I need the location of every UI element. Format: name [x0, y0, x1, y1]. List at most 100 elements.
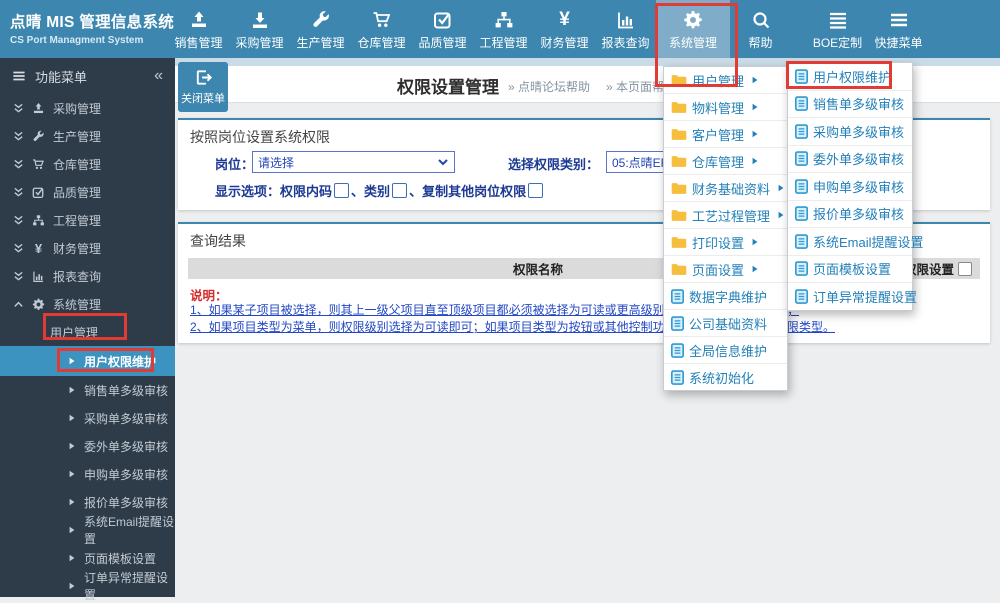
sidebar-item-finance[interactable]: ¥ 财务管理: [0, 234, 175, 262]
menu-item-email-remind[interactable]: 系统Email提醒设置: [788, 228, 924, 256]
menu-item-user-mgmt[interactable]: 用户管理: [664, 67, 787, 94]
sidebar-subitem-order-alert[interactable]: 订单异常提醒设置: [0, 571, 175, 602]
menu-item-global-info[interactable]: 全局信息维护: [664, 337, 787, 364]
folder-icon: [671, 101, 687, 114]
sidebar-item-production[interactable]: 生产管理: [0, 122, 175, 150]
bar-chart-icon: [616, 10, 636, 30]
top-nav-item-warehouse[interactable]: 仓库管理: [351, 0, 412, 58]
menu-item-label: 订单异常提醒设置: [813, 289, 918, 305]
sidebar-subitem-user-permission[interactable]: 用户权限维护: [0, 346, 175, 376]
menu-item-warehouse-mgmt[interactable]: 仓库管理: [664, 148, 787, 175]
chevron-double-down-icon: [13, 243, 24, 254]
close-menu-label: 关闭菜单: [181, 93, 225, 105]
menu-item-label: 销售单多级审核: [813, 97, 905, 113]
option-checkbox-1[interactable]: [392, 183, 408, 198]
folder-icon: [671, 182, 687, 195]
select-all-checkbox[interactable]: [958, 261, 972, 276]
top-nav-item-help[interactable]: 帮助: [730, 0, 791, 58]
sidebar-subitem-label: 申购单多级审核: [84, 467, 169, 482]
sidebar-subitem-outsource-approval[interactable]: 委外单多级审核: [0, 432, 175, 460]
chevron-double-down-icon: [13, 187, 24, 198]
sidebar-subitem-email-remind[interactable]: 系统Email提醒设置: [0, 515, 175, 546]
sidebar-item-engineering[interactable]: 工程管理: [0, 206, 175, 234]
menu-item-finance-base-data[interactable]: 财务基础资料: [664, 175, 787, 202]
sidebar-item-label: 财务管理: [53, 241, 102, 256]
sidebar-subitem-label: 订单异常提醒设置: [84, 571, 169, 602]
option-checkbox-2[interactable]: [528, 183, 544, 198]
menu-item-sales-approval[interactable]: 销售单多级审核: [788, 91, 912, 118]
sidebar-item-warehouse[interactable]: 仓库管理: [0, 150, 175, 178]
menu-item-request-approval[interactable]: 申购单多级审核: [788, 173, 912, 201]
top-nav-item-system[interactable]: 系统管理: [656, 0, 730, 58]
top-nav-item-purchase[interactable]: 采购管理: [229, 0, 290, 58]
sidebar-item-user-mgmt[interactable]: 用户管理: [0, 318, 175, 346]
triangle-right-icon: [68, 554, 76, 562]
sidebar-subitem-purchase-approval[interactable]: 采购单多级审核: [0, 404, 175, 432]
sidebar-subitem-label: 用户权限维护: [84, 354, 157, 369]
menu-item-quote-approval[interactable]: 报价单多级审核: [788, 201, 912, 228]
menu-item-customer-mgmt[interactable]: 客户管理: [664, 121, 787, 148]
option-separator: 、: [409, 184, 423, 199]
top-nav-item-sales[interactable]: 销售管理: [168, 0, 229, 58]
menu-item-user-permission[interactable]: 用户权限维护: [788, 63, 912, 91]
top-nav-item-label: 生产管理: [296, 35, 345, 50]
menu-icon: [889, 10, 909, 30]
document-icon: [671, 369, 684, 385]
menu-item-print-setting[interactable]: 打印设置: [664, 229, 787, 256]
folder-icon: [671, 155, 687, 168]
sidebar-header[interactable]: 功能菜单 «: [0, 58, 175, 94]
menu-item-label: 全局信息维护: [689, 343, 768, 359]
sidebar-subitem-request-approval[interactable]: 申购单多级审核: [0, 460, 175, 488]
wrench-icon: [311, 10, 331, 30]
sidebar-subitem-label: 采购单多级审核: [84, 411, 169, 426]
yen-icon: ¥: [559, 8, 570, 30]
top-nav-item-production[interactable]: 生产管理: [290, 0, 351, 58]
menu-item-page-template[interactable]: 页面模板设置: [788, 256, 912, 283]
sidebar-item-reports[interactable]: 报表查询: [0, 262, 175, 290]
sidebar-subitem-quote-approval[interactable]: 报价单多级审核: [0, 488, 175, 516]
top-nav-item-boe-custom[interactable]: BOE定制: [807, 0, 868, 58]
document-icon: [795, 288, 808, 304]
post-select[interactable]: 请选择: [252, 151, 455, 173]
menu-item-company-base-data[interactable]: 公司基础资料: [664, 310, 787, 337]
menu-item-order-alert[interactable]: 订单异常提醒设置: [788, 283, 917, 310]
cart-icon: [372, 10, 392, 30]
menu-item-outsource-approval[interactable]: 委外单多级审核: [788, 146, 912, 173]
menu-item-label: 打印设置: [692, 235, 745, 251]
note-line-1: 1、如果某子项目被选择，则其上一级父项目直至顶级项目都必须被选择为可读或更高级别…: [190, 303, 677, 317]
top-nav-item-label: 财务管理: [540, 35, 589, 50]
document-icon: [671, 288, 684, 304]
triangle-right-icon: [68, 357, 76, 365]
sitemap-icon: [32, 214, 45, 227]
option-checkbox-0[interactable]: [334, 183, 350, 198]
menu-item-material-mgmt[interactable]: 物料管理: [664, 94, 787, 121]
document-icon: [795, 206, 808, 222]
top-nav-item-engineering[interactable]: 工程管理: [473, 0, 534, 58]
sidebar-subitem-sales-approval[interactable]: 销售单多级审核: [0, 376, 175, 404]
menu-item-process-mgmt[interactable]: 工艺过程管理: [664, 202, 787, 229]
triangle-right-icon: [775, 211, 785, 219]
sidebar-item-label: 仓库管理: [53, 157, 102, 172]
sidebar-item-quality[interactable]: 品质管理: [0, 178, 175, 206]
sidebar-subitem-page-template[interactable]: 页面模板设置: [0, 544, 175, 572]
menu-item-system-init[interactable]: 系统初始化: [664, 364, 787, 390]
sidebar-item-system[interactable]: 系统管理: [0, 290, 175, 318]
collapse-left-icon[interactable]: «: [154, 67, 163, 85]
display-options-row: 显示选项： 权限内码、类别、复制其他岗位权限: [215, 181, 545, 200]
top-nav-item-quality[interactable]: 品质管理: [412, 0, 473, 58]
triangle-right-icon: [68, 414, 76, 422]
menu-icon: [12, 69, 26, 83]
menu-item-label: 系统Email提醒设置: [813, 234, 924, 250]
sidebar-item-purchase[interactable]: 采购管理: [0, 94, 175, 122]
close-menu-button[interactable]: 关闭菜单: [178, 62, 228, 112]
sidebar-item-label: 采购管理: [53, 101, 102, 116]
bar-chart-icon: [32, 270, 45, 283]
menu-item-data-dictionary[interactable]: 数据字典维护: [664, 283, 787, 310]
menu-item-page-setting[interactable]: 页面设置: [664, 256, 787, 283]
help-link-0[interactable]: » 点晴论坛帮助: [508, 78, 590, 95]
top-nav-item-quick-menu[interactable]: 快捷菜单: [868, 0, 929, 58]
top-nav-item-finance[interactable]: ¥ 财务管理: [534, 0, 595, 58]
top-nav-item-reports[interactable]: 报表查询: [595, 0, 656, 58]
menu-item-purchase-approval[interactable]: 采购单多级审核: [788, 118, 912, 146]
menu-item-label: 申购单多级审核: [813, 179, 905, 195]
